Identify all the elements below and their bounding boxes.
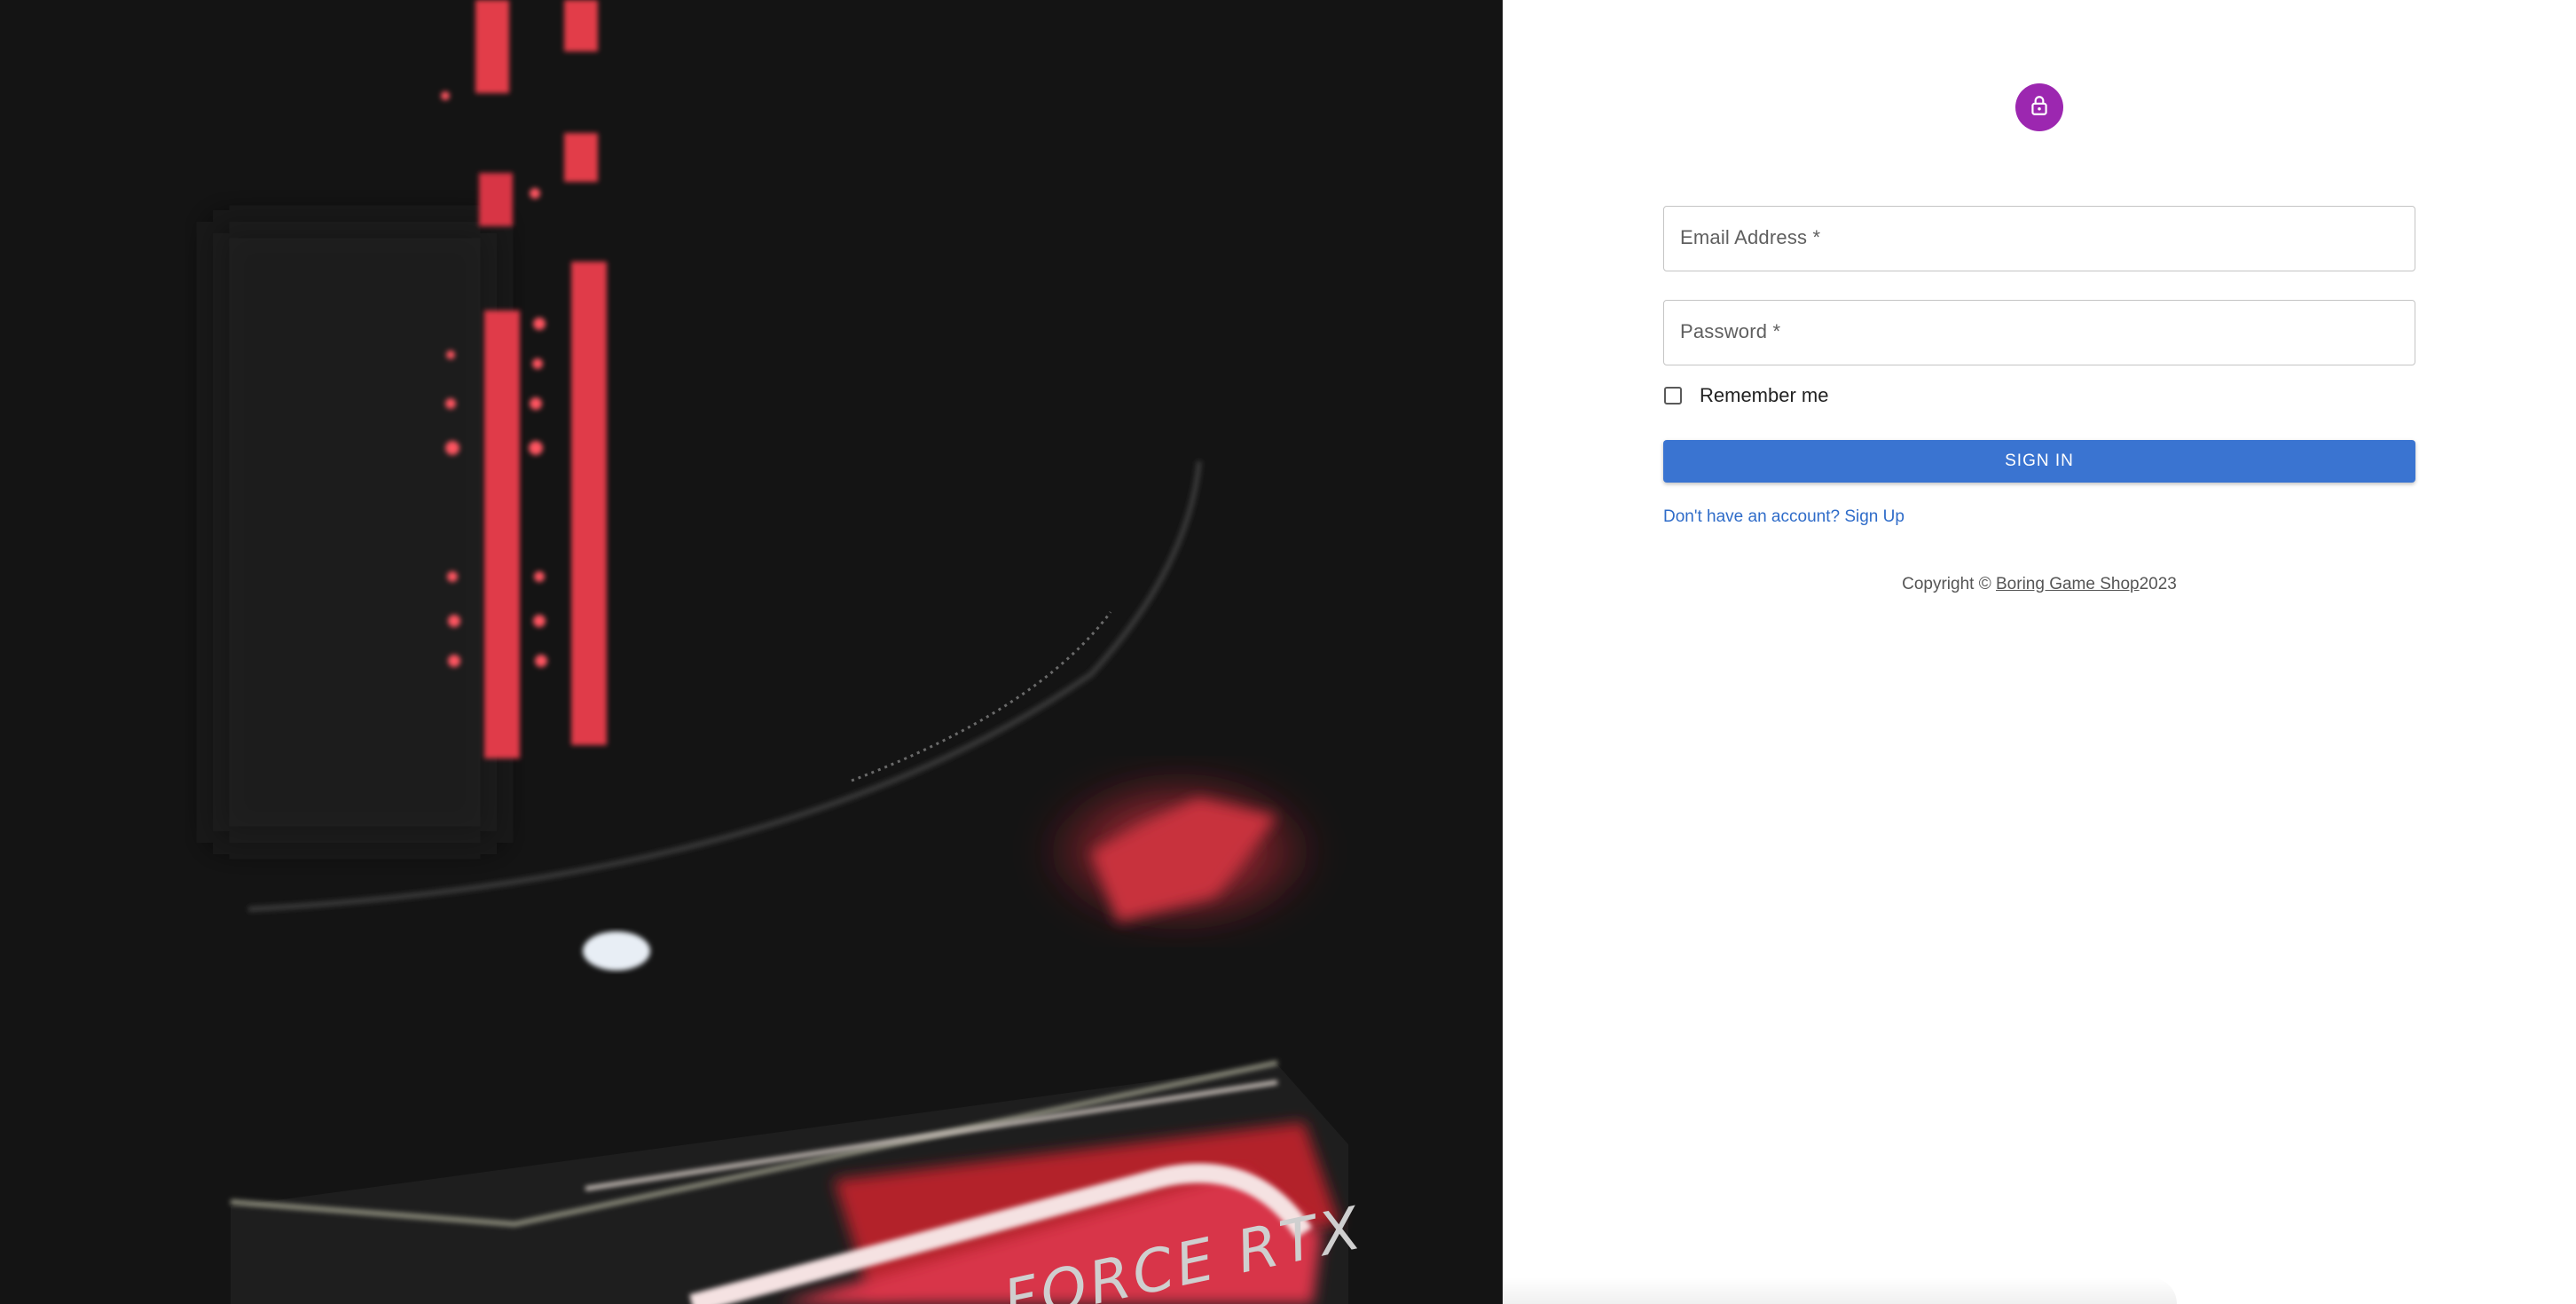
hero-image: FORCE RTX bbox=[0, 0, 1503, 1304]
lock-icon bbox=[2028, 94, 2051, 122]
sign-in-panel: Email Address * Password * Remember me S… bbox=[1503, 0, 2576, 1304]
brand-link[interactable]: Boring Game Shop bbox=[1996, 575, 2140, 593]
remember-me-label[interactable]: Remember me bbox=[1700, 384, 1828, 407]
copyright: Copyright © Boring Game Shop2023 bbox=[1663, 575, 2415, 594]
password-field[interactable]: Password * bbox=[1663, 300, 2415, 365]
lock-avatar bbox=[2015, 83, 2063, 131]
sign-in-page: FORCE RTX Email Address * Password * Rem… bbox=[0, 0, 2576, 1304]
password-input[interactable] bbox=[1664, 301, 2415, 365]
remember-me-row[interactable]: Remember me bbox=[1663, 376, 2417, 415]
bottom-shadow bbox=[1503, 1277, 2177, 1304]
sign-up-link[interactable]: Don't have an account? Sign Up bbox=[1663, 507, 1905, 527]
copyright-prefix: Copyright © bbox=[1902, 575, 1996, 593]
gpu-photo: FORCE RTX bbox=[0, 0, 1503, 1304]
email-input[interactable] bbox=[1664, 207, 2415, 271]
copyright-year: 2023 bbox=[2139, 575, 2177, 593]
email-field[interactable]: Email Address * bbox=[1663, 206, 2415, 271]
remember-me-checkbox[interactable] bbox=[1664, 387, 1682, 405]
sign-in-button[interactable]: SIGN IN bbox=[1663, 440, 2415, 483]
sign-in-form: Email Address * Password * Remember me S… bbox=[1663, 206, 2417, 594]
